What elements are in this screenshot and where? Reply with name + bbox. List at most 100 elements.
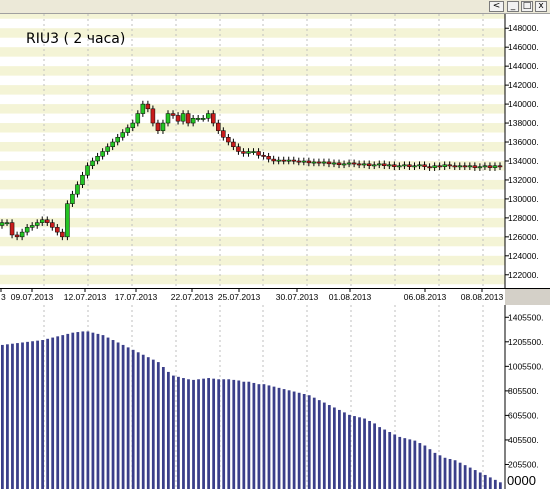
candle-body <box>377 163 382 166</box>
volume-bar <box>11 343 14 489</box>
price-tick-label: 132000. <box>508 175 539 185</box>
candle-body <box>85 165 90 176</box>
candle-body <box>195 118 201 120</box>
candle-body <box>336 162 342 166</box>
candle-body <box>442 164 447 167</box>
volume-bar <box>177 376 180 489</box>
candle-body <box>271 158 276 162</box>
candle-body <box>397 165 402 168</box>
price-tick-label: 124000. <box>508 251 539 261</box>
candle-body <box>477 166 483 169</box>
volume-bar <box>237 380 241 489</box>
candle-body <box>392 164 397 167</box>
candle-body <box>4 222 10 225</box>
volume-bar <box>136 352 140 489</box>
date-axis: 3 09.07.2013 12.07.2013 17.07.2013 22.07.201… <box>0 289 505 305</box>
volume-bar <box>473 470 477 489</box>
volume-bar <box>448 459 452 489</box>
candle-body <box>105 146 110 152</box>
candle-body <box>34 222 40 226</box>
candle-body <box>412 165 417 168</box>
volume-bar <box>166 371 170 489</box>
volume-bar <box>408 439 412 489</box>
volume-bar <box>1 344 4 489</box>
candle-body <box>427 166 432 169</box>
candle-body <box>140 103 146 114</box>
date-tick-label: 01.08.2013 <box>329 292 372 302</box>
candle-body <box>346 162 352 165</box>
price-tick-label: 144000. <box>508 61 539 71</box>
grid-band <box>0 198 505 209</box>
volume-bar <box>453 460 457 489</box>
candle-body <box>95 155 100 162</box>
grid-band <box>0 255 505 266</box>
volume-panel[interactable]: 1405500. 1205500. 1005500. 805500. 605500. 40… <box>0 305 550 489</box>
grid-band <box>0 123 505 133</box>
volume-bar <box>262 384 266 489</box>
volume-bar <box>172 375 175 489</box>
window-titlebar: < _ □ x <box>0 0 550 14</box>
price-tick-label: 136000. <box>508 137 539 147</box>
candle-body <box>447 164 452 167</box>
volume-bar <box>217 379 221 489</box>
grid-band <box>0 274 505 285</box>
back-button[interactable]: < <box>489 1 504 12</box>
volume-bar <box>297 392 301 489</box>
candle-body <box>387 164 392 167</box>
candle-body <box>90 160 95 166</box>
price-axis-background <box>505 14 550 289</box>
candle-body <box>45 219 50 223</box>
candle-body <box>190 118 196 124</box>
candle-body <box>286 159 291 162</box>
price-tick-label: 128000. <box>508 213 539 223</box>
candle-body <box>170 113 176 116</box>
candle-body <box>216 122 221 131</box>
volume-bar <box>227 379 231 489</box>
volume-bar <box>91 332 95 489</box>
candle-body <box>70 193 75 204</box>
candle-body <box>65 203 70 238</box>
volume-bar <box>423 445 427 489</box>
candle-body <box>452 165 457 168</box>
volume-bar <box>252 382 256 489</box>
date-tick-label: 08.08.2013 <box>461 292 504 302</box>
minimize-button[interactable]: _ <box>507 1 519 12</box>
candle-body <box>407 164 412 167</box>
date-tick-label: 30.07.2013 <box>276 292 319 302</box>
volume-bar <box>267 385 271 489</box>
close-button[interactable]: x <box>535 1 547 12</box>
candle-body <box>246 151 251 154</box>
candle-body <box>472 165 478 168</box>
volume-bar <box>287 390 291 489</box>
volume-bar <box>438 455 442 489</box>
candle-body <box>236 146 241 152</box>
candle-body <box>311 161 317 164</box>
price-chart-panel[interactable]: 148000. 146000. 144000. 142000. 140000. 13800… <box>0 14 550 289</box>
volume-bar <box>277 387 281 489</box>
candle-body <box>120 132 125 138</box>
volume-bar <box>71 332 75 489</box>
candle-body <box>366 163 372 166</box>
volume-bar <box>61 335 65 489</box>
date-tick-label: 17.07.2013 <box>115 292 158 302</box>
volume-bar <box>272 386 276 489</box>
candle-body <box>0 222 5 226</box>
volume-tick-label: 205500. <box>508 459 539 469</box>
price-tick-label: 122000. <box>508 270 539 280</box>
price-tick-label: 138000. <box>508 118 539 128</box>
volume-bar <box>478 472 482 489</box>
volume-bar <box>302 393 306 489</box>
maximize-button[interactable]: □ <box>521 1 533 12</box>
volume-bar <box>363 418 366 489</box>
candle-body <box>221 130 226 138</box>
candle-body <box>165 113 171 124</box>
candle-body <box>9 222 15 236</box>
volume-bar <box>373 423 376 489</box>
price-tick-label: 130000. <box>508 194 539 204</box>
date-tick-label: 25.07.2013 <box>218 292 261 302</box>
candle-body <box>306 160 312 164</box>
volume-bar <box>156 362 160 489</box>
volume-bar <box>101 335 105 489</box>
volume-bar <box>46 338 50 489</box>
volume-bar <box>368 420 371 489</box>
